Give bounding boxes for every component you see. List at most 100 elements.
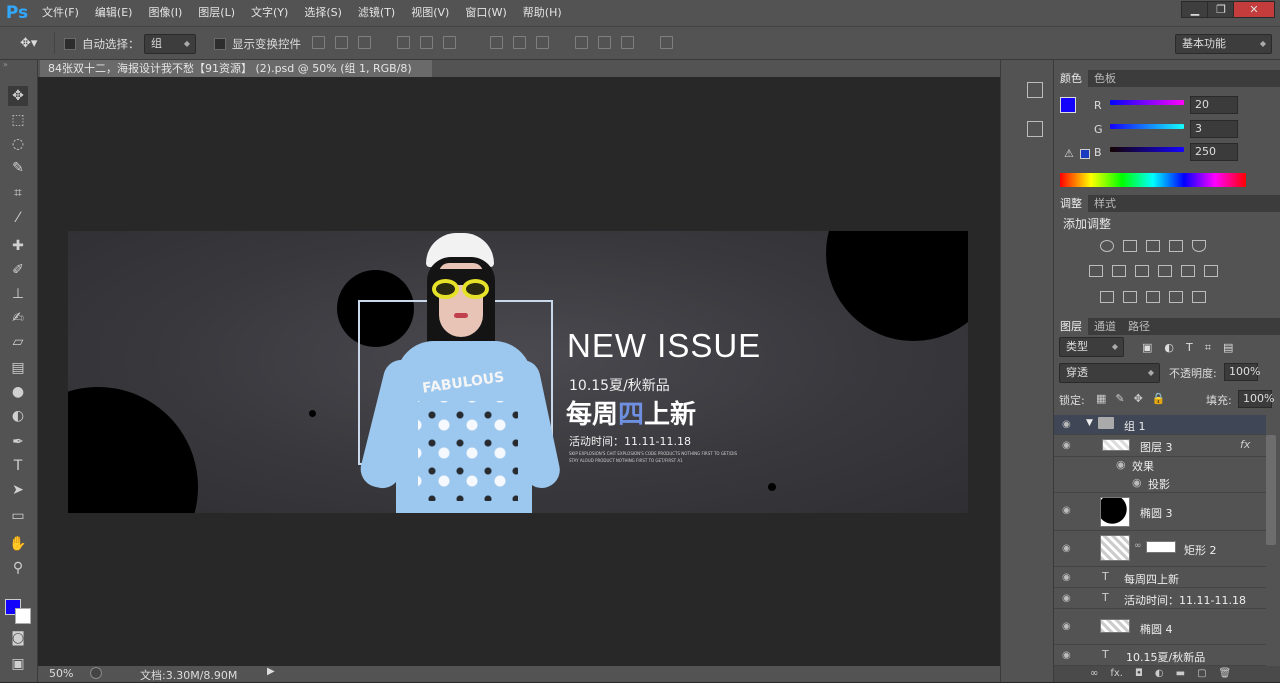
- link-layers-icon[interactable]: ∞: [1090, 666, 1098, 682]
- lock-transparency-icon[interactable]: ▦: [1096, 392, 1106, 405]
- crop-tool-icon[interactable]: ⌗: [8, 183, 28, 203]
- distribute-vcenter-icon[interactable]: [513, 36, 526, 49]
- document-tab[interactable]: 84张双十二，海报设计我不愁【91资源】 (2).psd @ 50% (组 1,…: [40, 60, 432, 92]
- g-value-field[interactable]: 3: [1190, 120, 1238, 138]
- align-right-icon[interactable]: [443, 36, 456, 49]
- tab-paths[interactable]: 路径: [1122, 318, 1156, 335]
- menu-item[interactable]: 文件(F): [34, 0, 87, 26]
- menu-item[interactable]: 选择(S): [296, 0, 350, 26]
- eye-icon[interactable]: ◉: [1062, 593, 1071, 604]
- background-color-swatch[interactable]: [15, 608, 31, 624]
- tab-color[interactable]: 颜色: [1054, 70, 1088, 87]
- lock-all-icon[interactable]: 🔒: [1152, 392, 1166, 405]
- r-slider[interactable]: [1110, 100, 1184, 105]
- collapse-icon[interactable]: »: [3, 60, 8, 69]
- eye-icon[interactable]: ◉: [1062, 543, 1071, 554]
- path-select-tool-icon[interactable]: ➤: [8, 480, 28, 500]
- align-left-icon[interactable]: [397, 36, 410, 49]
- distribute-top-icon[interactable]: [490, 36, 503, 49]
- menu-item[interactable]: 滤镜(T): [350, 0, 403, 26]
- brush-tool-icon[interactable]: ✐: [8, 260, 28, 280]
- black-white-icon[interactable]: [1135, 265, 1149, 277]
- fx-icon[interactable]: fx.: [1110, 666, 1123, 682]
- link-icon[interactable]: ∞: [1134, 541, 1142, 551]
- zoom-level[interactable]: 50%: [49, 667, 73, 680]
- posterize-icon[interactable]: [1123, 291, 1137, 303]
- channel-mixer-icon[interactable]: [1181, 265, 1195, 277]
- menu-item[interactable]: 图层(L): [190, 0, 243, 26]
- restore-button[interactable]: ❐: [1207, 1, 1235, 18]
- properties-panel-icon[interactable]: [1027, 121, 1043, 137]
- quick-select-tool-icon[interactable]: ✎: [8, 158, 28, 178]
- filter-smart-icon[interactable]: ▤: [1223, 341, 1233, 355]
- exposure-icon[interactable]: [1169, 240, 1183, 252]
- color-balance-icon[interactable]: [1112, 265, 1126, 277]
- distribute-bottom-icon[interactable]: [536, 36, 549, 49]
- screen-mode-icon[interactable]: ▣: [8, 654, 28, 674]
- gradient-map-icon[interactable]: [1192, 291, 1206, 303]
- history-panel-icon[interactable]: [1027, 82, 1043, 98]
- status-info-icon[interactable]: [90, 667, 102, 679]
- layer-effect-shadow-row[interactable]: ◉ 投影: [1054, 475, 1266, 493]
- opacity-field[interactable]: 100%: [1224, 363, 1260, 381]
- layer-row-rect2[interactable]: ◉ ∞ 矩形 2: [1054, 531, 1266, 567]
- gradient-tool-icon[interactable]: ▤: [8, 358, 28, 378]
- menu-item[interactable]: 图像(I): [140, 0, 190, 26]
- layer-row-ellipse3[interactable]: ◉ 椭圆 3: [1054, 493, 1266, 531]
- color-lookup-icon[interactable]: [1204, 265, 1218, 277]
- selective-color-icon[interactable]: [1169, 291, 1183, 303]
- eyedropper-tool-icon[interactable]: ⁄: [8, 208, 28, 228]
- distribute-left-icon[interactable]: [575, 36, 588, 49]
- tab-adjustments[interactable]: 调整: [1054, 195, 1088, 212]
- vibrance-icon[interactable]: [1192, 240, 1206, 252]
- new-layer-icon[interactable]: ▢: [1197, 666, 1206, 682]
- quick-mask-icon[interactable]: ◙: [8, 628, 28, 648]
- web-color-swatch[interactable]: [1080, 149, 1090, 159]
- layer-row-text-activity[interactable]: ◉ T 活动时间：11.11-11.18: [1054, 588, 1266, 609]
- shape-tool-icon[interactable]: ▭: [8, 506, 28, 526]
- fx-icon[interactable]: fx: [1240, 438, 1250, 451]
- lock-pixels-icon[interactable]: ✎: [1115, 392, 1124, 405]
- eye-icon[interactable]: ◉: [1062, 572, 1071, 583]
- dodge-tool-icon[interactable]: ◐: [8, 406, 28, 426]
- eye-icon[interactable]: ◉: [1062, 650, 1071, 661]
- expand-arrow-icon[interactable]: ▼: [1086, 418, 1093, 428]
- eye-icon[interactable]: ◉: [1062, 505, 1071, 516]
- g-slider[interactable]: [1110, 124, 1184, 129]
- b-value-field[interactable]: 250: [1190, 143, 1238, 161]
- eye-icon[interactable]: ◉: [1116, 458, 1126, 471]
- align-vcenter-icon[interactable]: [335, 36, 348, 49]
- artboard[interactable]: FABULOUS NEW ISSUE 10.15夏/秋新品 每周四上新 活动时间…: [68, 231, 968, 513]
- lock-position-icon[interactable]: ✥: [1134, 392, 1143, 405]
- tab-swatches[interactable]: 色板: [1088, 70, 1122, 87]
- eye-icon[interactable]: ◉: [1132, 476, 1142, 489]
- filter-adjust-icon[interactable]: ◐: [1164, 341, 1174, 355]
- gamut-warning-icon[interactable]: ⚠: [1064, 147, 1074, 160]
- close-button[interactable]: ✕: [1233, 1, 1275, 18]
- eye-icon[interactable]: ◉: [1062, 419, 1071, 430]
- trash-icon[interactable]: 🗑: [1219, 666, 1232, 682]
- history-brush-icon[interactable]: ✍: [8, 308, 28, 328]
- new-adjustment-icon[interactable]: ◐: [1155, 666, 1164, 682]
- auto-select-checkbox[interactable]: [64, 38, 76, 50]
- levels-icon[interactable]: [1123, 240, 1137, 252]
- layer-row-group[interactable]: ◉ ▼ 组 1: [1054, 415, 1266, 435]
- tab-channels[interactable]: 通道: [1088, 318, 1122, 335]
- filter-text-icon[interactable]: T: [1186, 341, 1193, 355]
- brightness-icon[interactable]: [1100, 240, 1114, 252]
- color-spectrum-bar[interactable]: [1060, 173, 1246, 187]
- r-value-field[interactable]: 20: [1190, 96, 1238, 114]
- layer-row-text-date[interactable]: ◉ T 10.15夏/秋新品: [1054, 645, 1266, 666]
- b-slider[interactable]: [1110, 147, 1184, 152]
- eye-icon[interactable]: ◉: [1062, 621, 1071, 632]
- add-mask-icon[interactable]: ◘: [1135, 666, 1143, 682]
- marquee-tool-icon[interactable]: ⬚: [8, 110, 28, 130]
- layer-effects-row[interactable]: ◉ 效果: [1054, 457, 1266, 475]
- align-top-icon[interactable]: [312, 36, 325, 49]
- eraser-tool-icon[interactable]: ▱: [8, 332, 28, 352]
- menu-item[interactable]: 文字(Y): [243, 0, 296, 26]
- filter-pixel-icon[interactable]: ▣: [1142, 341, 1152, 355]
- layer-filter-dropdown[interactable]: 类型 ◆: [1059, 337, 1124, 357]
- tab-styles[interactable]: 样式: [1088, 195, 1122, 212]
- healing-tool-icon[interactable]: ✚: [8, 236, 28, 256]
